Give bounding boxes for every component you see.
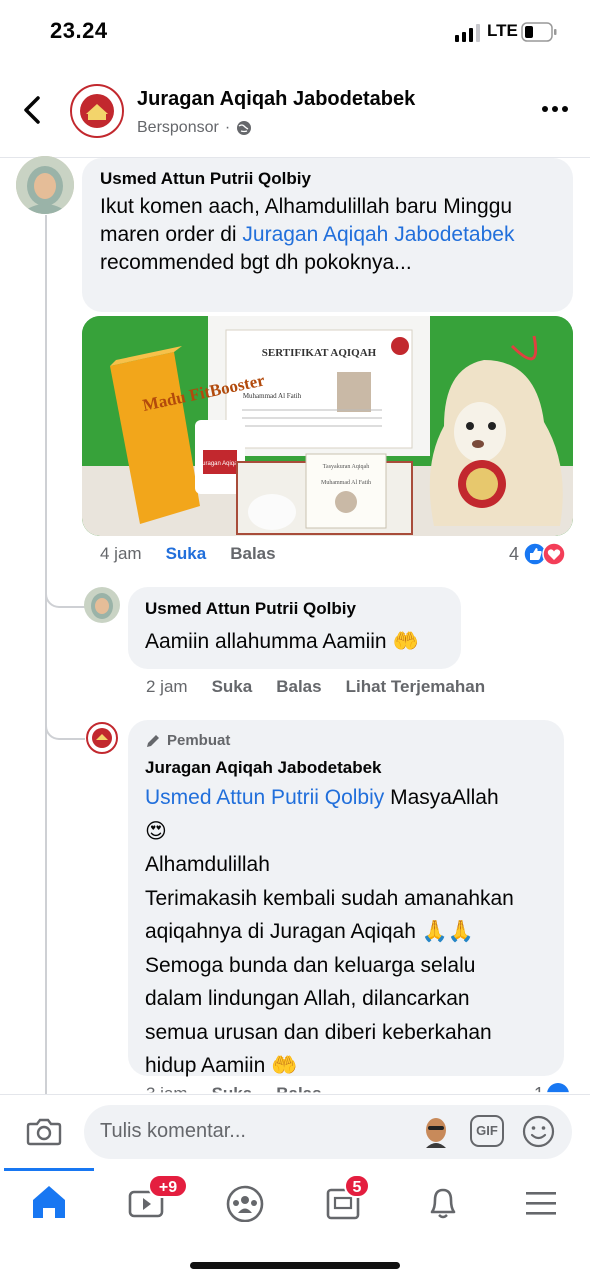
comment-photo[interactable]: SERTIFIKAT AQIQAH Muhammad Al Fatih Madu… — [82, 316, 573, 536]
comment-text-part: MasyaAllah — [384, 786, 499, 809]
page-logo[interactable] — [70, 84, 124, 138]
reaction-count: 4 — [509, 543, 520, 564]
comment-actions: 4 jam Suka Balas — [100, 544, 276, 564]
comment-text-line: Terimakasih kembali sudah amanahkan — [145, 886, 514, 910]
reply-connector — [45, 580, 85, 608]
tab-watch[interactable]: +9 — [122, 1174, 188, 1222]
home-indicator — [190, 1262, 400, 1269]
author-badge: Pembuat — [145, 732, 230, 749]
active-tab-indicator — [4, 1168, 94, 1171]
avatar[interactable] — [86, 722, 118, 754]
reply-button[interactable]: Balas — [276, 677, 321, 697]
gif-button[interactable]: GIF — [470, 1115, 504, 1147]
emoji-icon[interactable] — [522, 1115, 555, 1148]
comment-input-placeholder: Tulis komentar... — [100, 1120, 246, 1142]
more-options-icon[interactable] — [540, 102, 570, 116]
open-hands-emoji: 🤲 — [392, 630, 419, 653]
reply-connector — [45, 712, 85, 740]
open-hands-emoji: 🤲 — [271, 1054, 298, 1077]
network-label: LTE — [487, 21, 518, 40]
certificate-title: SERTIFIKAT AQIQAH — [262, 347, 377, 359]
back-arrow-icon[interactable] — [18, 92, 48, 128]
status-time: 23.24 — [50, 18, 108, 43]
comment-author[interactable]: Usmed Attun Putrii Qolbiy — [100, 169, 311, 189]
comment-bubble: Usmed Attun Putrii Qolbiy Aamiin allahum… — [128, 587, 461, 669]
comment-text: Aamiin allahumma Aamiin 🤲 — [145, 628, 419, 656]
battery-icon — [521, 22, 557, 42]
comment-text-part: Aamiin allahumma Aamiin — [145, 630, 387, 653]
comment-composer: Tulis komentar... GIF — [0, 1094, 590, 1168]
mention-link[interactable]: Juragan Aqiqah Jabodetabek — [242, 223, 514, 246]
comment-text-part: hidup Aamiin — [145, 1054, 272, 1077]
love-reaction-icon — [542, 542, 566, 566]
comment-input[interactable]: Tulis komentar... GIF — [84, 1105, 572, 1159]
camera-icon[interactable] — [26, 1115, 62, 1147]
signal-icon — [455, 24, 480, 42]
comment-bubble: Usmed Attun Putrii Qolbiy Ikut komen aac… — [82, 158, 573, 312]
comment-actions: 2 jam Suka Balas Lihat Terjemahan — [146, 677, 485, 697]
mug-label: Juragan Aqiqah — [199, 461, 241, 467]
comment-text-line: dalam lindungan Allah, dilancarkan — [145, 987, 470, 1010]
comment-text-line: Alhamdulillah — [145, 853, 270, 876]
comment-text-line: Semoga bunda dan keluarga selalu — [145, 953, 476, 977]
status-bar: 23.24 LTE — [0, 0, 590, 64]
comment-time: 4 jam — [100, 544, 142, 563]
avatar-sticker-icon[interactable] — [420, 1114, 452, 1148]
sponsored-label: Bersponsor · — [137, 119, 252, 137]
certificate-name: Muhammad Al Fatih — [243, 392, 302, 400]
tab-pages[interactable]: 5 — [318, 1174, 370, 1222]
comment-text-part: aqiqahnya di Juragan Aqiqah — [145, 920, 422, 943]
like-button[interactable]: Suka — [212, 677, 253, 697]
notification-badge: 5 — [344, 1174, 370, 1198]
mention-link[interactable]: Usmed Attun Putrii Qolbiy — [145, 786, 384, 809]
comment-bubble: Pembuat Juragan Aqiqah Jabodetabek Usmed… — [128, 720, 564, 1077]
comment-author[interactable]: Usmed Attun Putrii Qolbiy — [145, 599, 356, 619]
bell-icon[interactable] — [418, 1182, 468, 1222]
comment-text-part: recommended bgt dh pokoknya... — [100, 251, 412, 274]
card-title: Tasyakuran Aqiqah — [323, 464, 369, 470]
comment-time: 2 jam — [146, 677, 188, 696]
comment-text: Usmed Attun Putrii Qolbiy MasyaAllah 😍 A… — [145, 781, 555, 1083]
post-header: Juragan Aqiqah Jabodetabek Bersponsor · — [0, 64, 590, 158]
reply-button[interactable]: Balas — [230, 544, 275, 564]
avatar[interactable] — [84, 587, 120, 623]
pencil-icon — [147, 734, 159, 747]
notification-badge: +9 — [148, 1174, 188, 1198]
comment-author[interactable]: Juragan Aqiqah Jabodetabek — [145, 758, 381, 778]
author-badge-label: Pembuat — [167, 732, 231, 749]
sponsor-separator: · — [224, 119, 231, 136]
sponsored-text: Bersponsor — [137, 119, 219, 136]
like-button[interactable]: Suka — [166, 544, 207, 564]
home-icon[interactable] — [24, 1182, 74, 1222]
groups-icon[interactable] — [220, 1182, 270, 1222]
avatar[interactable] — [16, 156, 74, 214]
heart-eyes-emoji: 😍 — [145, 819, 167, 843]
comment-text-line: semua urusan dan diberi keberkahan — [145, 1020, 492, 1044]
globe-icon — [237, 121, 252, 135]
comment-text: Ikut komen aach, Alhamdulillah baru Ming… — [100, 193, 565, 277]
thread-line — [45, 215, 47, 1095]
menu-icon[interactable] — [516, 1182, 566, 1222]
praying-hands-emoji: 🙏🙏 — [421, 920, 475, 943]
reaction-summary[interactable]: 4 — [509, 542, 566, 566]
card-name: Muhammad Al Fatih — [321, 480, 371, 486]
page-name[interactable]: Juragan Aqiqah Jabodetabek — [137, 88, 415, 111]
see-translation-button[interactable]: Lihat Terjemahan — [346, 677, 486, 697]
